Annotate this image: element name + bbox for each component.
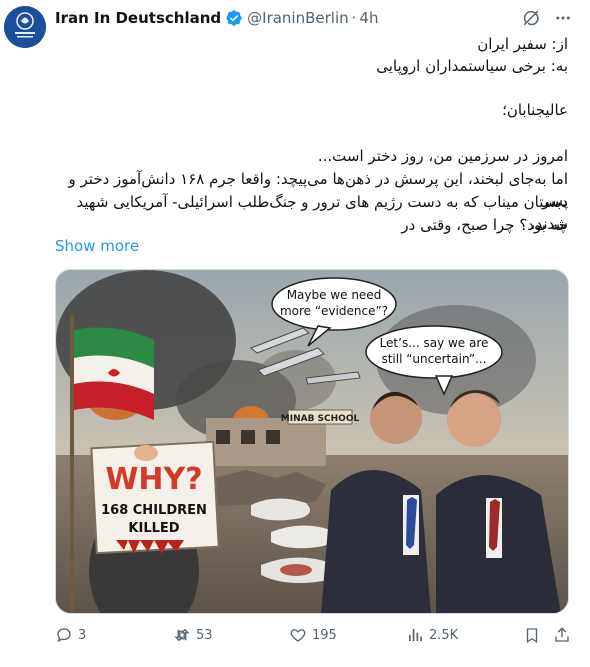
views-icon (409, 629, 422, 641)
show-more-link[interactable]: Show more (55, 237, 139, 255)
tweet-text-salutation: عالیجنابان؛ (502, 101, 568, 119)
embassy-emblem-icon (4, 6, 46, 48)
bookmark-button[interactable] (523, 626, 541, 644)
bubble-left-line2: more “evidence”? (280, 304, 388, 318)
share-icon (555, 627, 569, 642)
author-name[interactable]: Iran In Deutschland (55, 9, 221, 27)
repost-count: 53 (196, 627, 213, 643)
tweet-header: Iran In Deutschland @IraninBerlin · 4h (55, 7, 378, 29)
more-icon[interactable] (554, 9, 572, 27)
reply-icon (57, 628, 71, 643)
author-handle[interactable]: @IraninBerlin (247, 9, 349, 27)
bubble-right-line2: still “uncertain”... (381, 352, 486, 366)
share-button[interactable] (553, 626, 571, 644)
like-count: 195 (312, 627, 337, 643)
like-icon (290, 629, 306, 642)
tweet[interactable]: Iran In Deutschland @IraninBerlin · 4h ا… (0, 0, 590, 667)
tweet-image[interactable]: MINAB SCHOOL WHY? 168 CHILDREN KILLED Ma… (55, 269, 569, 614)
repost-icon (174, 628, 190, 642)
verified-badge-icon (225, 9, 243, 27)
bookmark-icon (526, 628, 538, 644)
reply-count: 3 (78, 627, 87, 643)
header-actions (522, 9, 572, 27)
tweet-text-from: از: سفیر ایران (477, 35, 568, 53)
avatar[interactable] (4, 6, 46, 48)
sign-why: WHY? (105, 462, 202, 497)
tweet-text-to: به: برخی سیاستمداران اروپایی (376, 57, 568, 75)
bubble-left-line1: Maybe we need (287, 288, 382, 302)
timestamp[interactable]: 4h (359, 9, 378, 27)
repost-button[interactable]: 53 (173, 626, 213, 644)
tweet-text-line: چه بود؟ چرا صبح، وقتی در (401, 216, 568, 234)
sign-line2: KILLED (128, 521, 179, 536)
grok-icon[interactable] (522, 9, 540, 27)
separator-dot: · (351, 9, 357, 27)
views-count: 2.5K (429, 627, 459, 643)
sign-line1: 168 CHILDREN (101, 503, 207, 518)
views-button[interactable]: 2.5K (406, 626, 458, 644)
like-button[interactable]: 195 (289, 626, 337, 644)
bubble-right-line1: Let’s... say we are (380, 336, 489, 350)
school-sign: MINAB SCHOOL (281, 414, 360, 424)
tweet-actions: 3 53 195 2.5K (55, 626, 571, 650)
reply-button[interactable]: 3 (55, 626, 86, 644)
tweet-text-line: امروز در سرزمین من، روز دختر است... (317, 147, 568, 165)
